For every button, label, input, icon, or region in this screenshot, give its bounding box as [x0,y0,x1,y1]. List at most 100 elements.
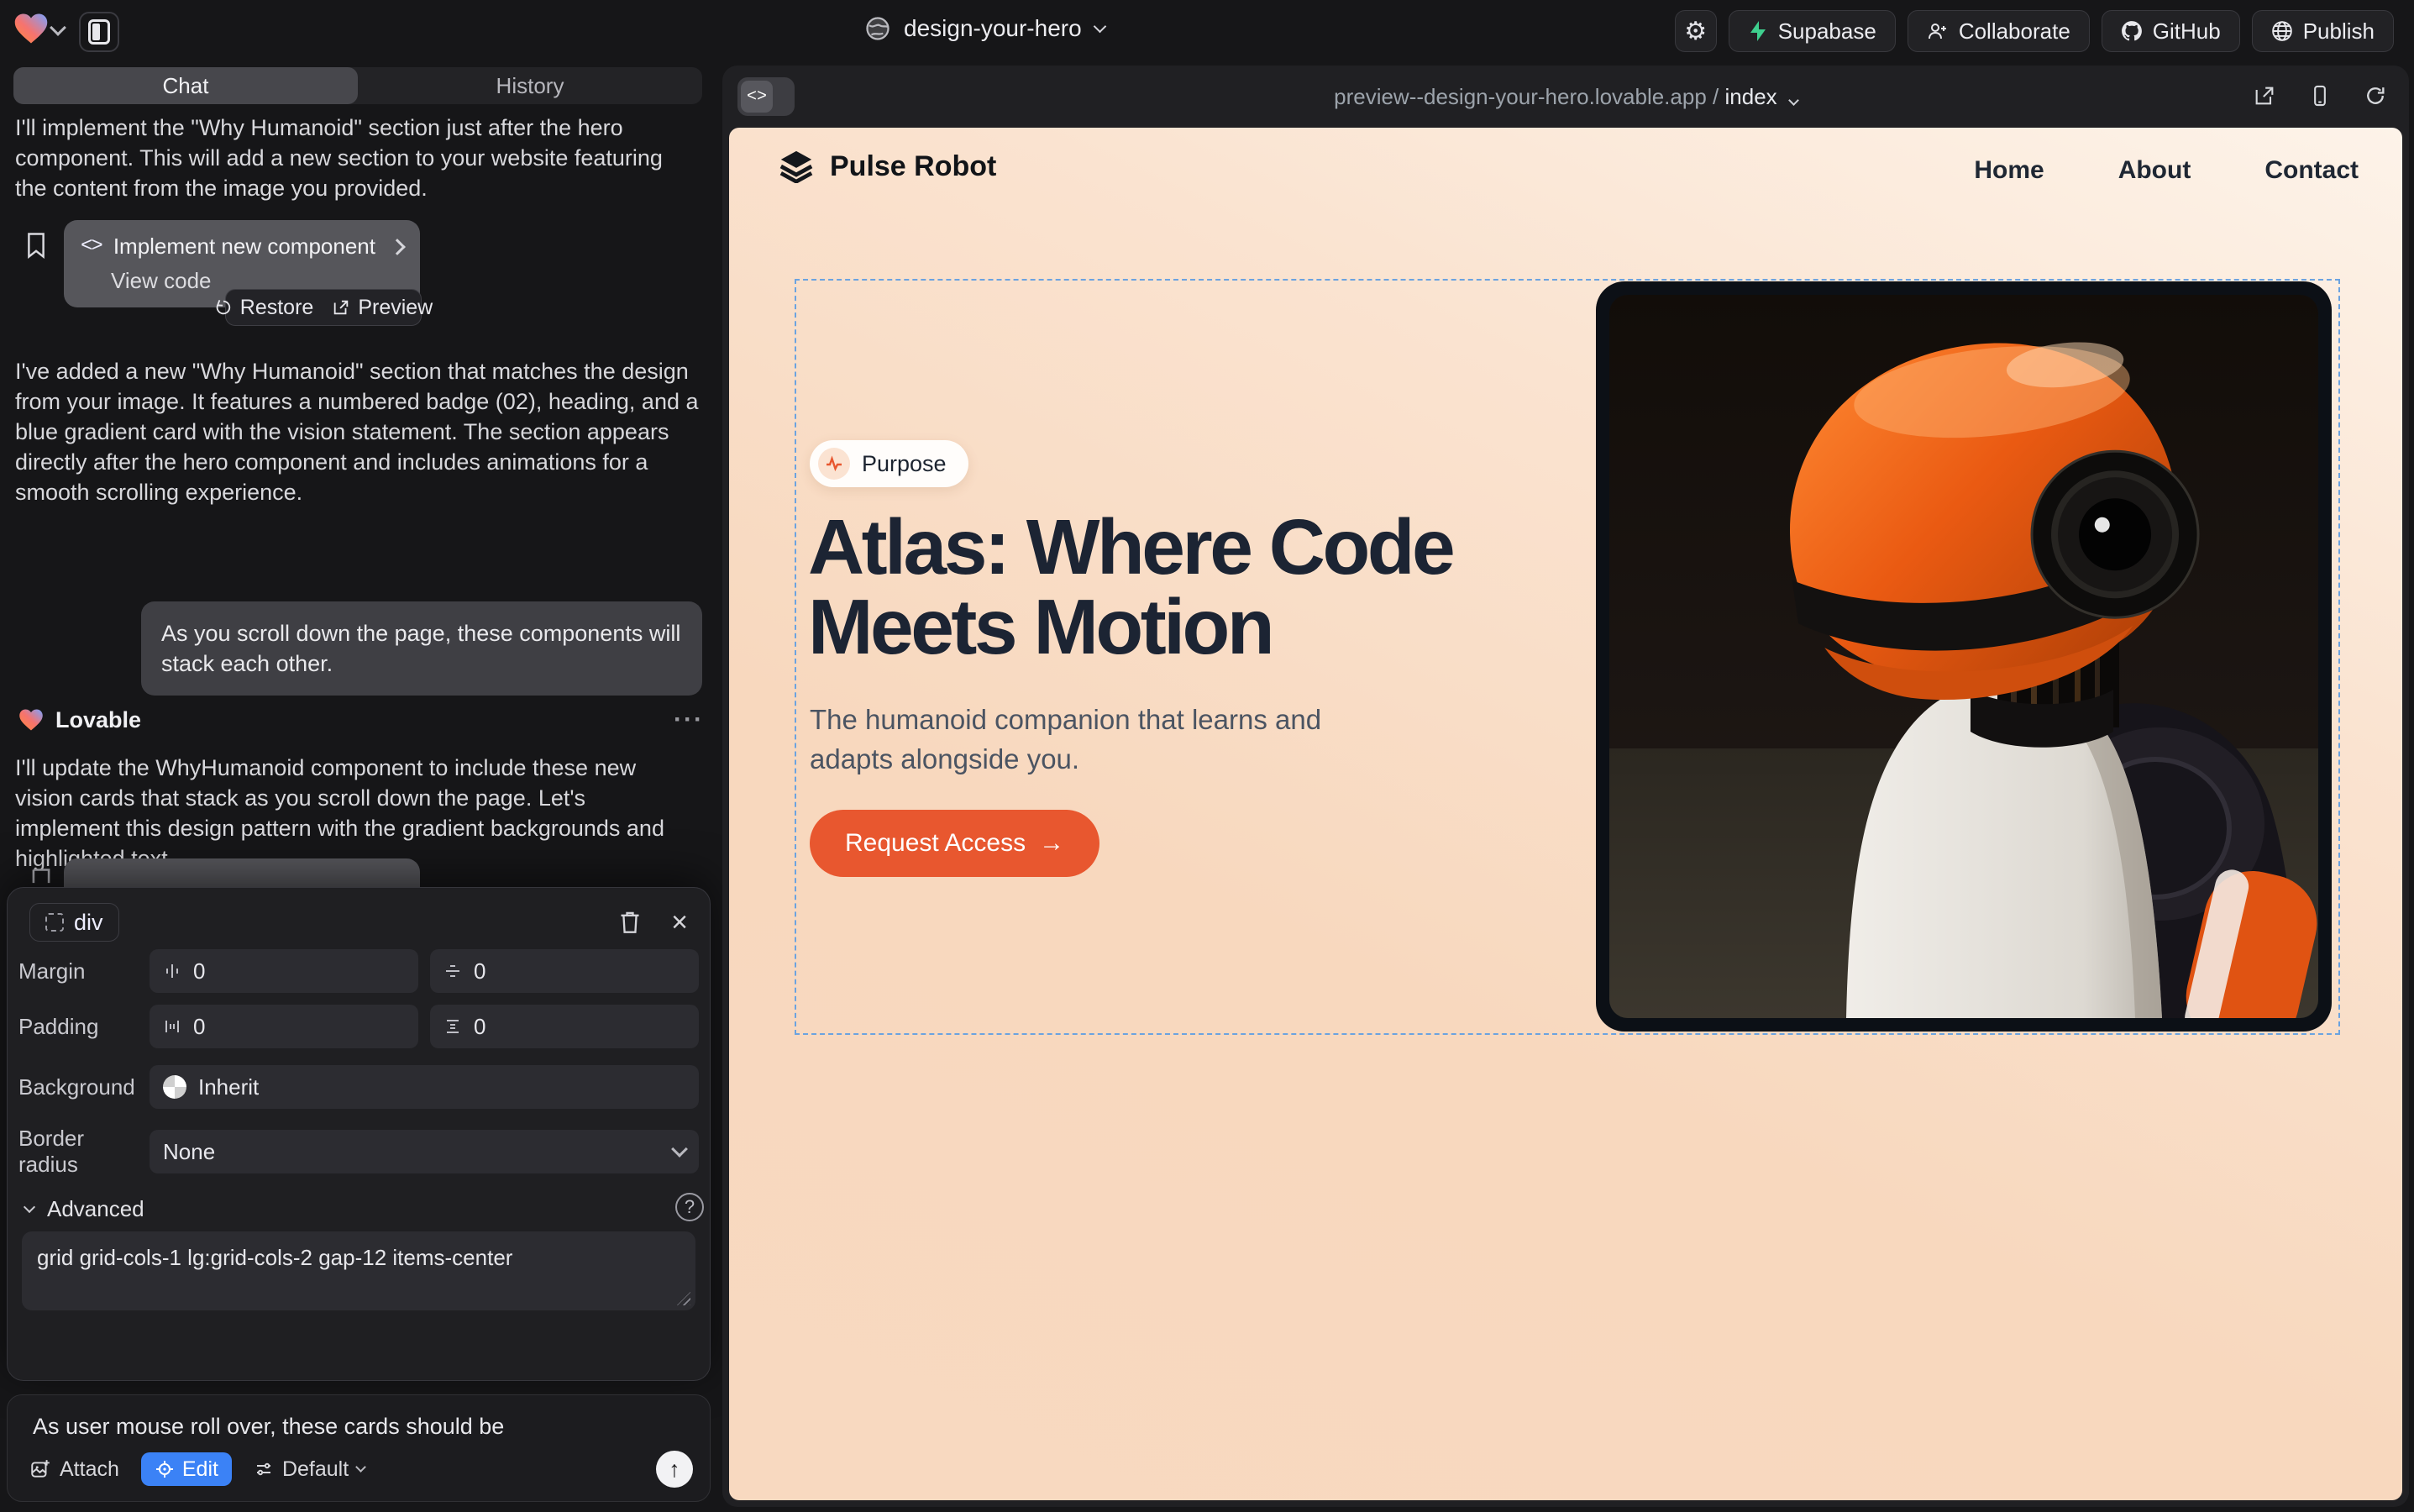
send-button[interactable]: ↑ [656,1451,693,1488]
padding-x-input[interactable]: 0 [150,1005,418,1048]
mobile-view-button[interactable] [2308,84,2332,108]
github-button[interactable]: GitHub [2102,10,2240,52]
site-canvas[interactable]: Pulse Robot Home About Contact Purpose A… [729,128,2402,1500]
tab-chat[interactable]: Chat [13,67,358,104]
site-brand-name: Pulse Robot [830,150,996,183]
mode-label: Default [282,1457,349,1482]
supabase-label: Supabase [1778,18,1876,45]
restore-preview-bar: Restore Preview [225,289,422,326]
margin-y-icon [443,962,462,980]
settings-button[interactable]: ⚙ [1675,10,1717,52]
hero-subheading: The humanoid companion that learns and a… [810,701,1398,780]
publish-button[interactable]: Publish [2252,10,2394,52]
target-icon [155,1459,175,1479]
restore-button[interactable]: Restore [214,296,314,320]
page-chevron-icon [1788,95,1799,106]
advanced-chevron-icon [24,1200,35,1212]
nav-home[interactable]: Home [1974,156,2044,185]
assistant-message-2: I've added a new "Why Humanoid" section … [15,356,704,507]
close-inspector-button[interactable]: × [671,908,688,937]
composer-input[interactable]: As user mouse roll over, these cards sho… [33,1414,504,1440]
sliders-icon [254,1459,274,1479]
border-radius-select[interactable]: None [150,1130,699,1173]
preview-button[interactable]: Preview [332,296,433,320]
padding-label: Padding [18,1014,150,1040]
attach-button[interactable]: Attach [29,1457,119,1482]
padding-x-value: 0 [193,1014,205,1040]
top-bar: design-your-hero ⚙ Supabase Collaborate [0,0,2414,64]
collaborate-label: Collaborate [1959,18,2070,45]
lovable-heart-icon [18,708,44,732]
request-access-button[interactable]: Request Access → [810,810,1099,877]
nav-about[interactable]: About [2118,156,2191,185]
restore-icon [214,298,233,317]
model-selector[interactable]: Default [254,1457,365,1482]
background-value: Inherit [198,1074,259,1100]
padding-y-input[interactable]: 0 [430,1005,699,1048]
hero-heading: Atlas: Where Code Meets Motion [808,507,1488,667]
message-menu-button[interactable]: ··· [674,706,704,734]
supabase-icon [1748,20,1768,42]
preview-pane: <> preview--design-your-hero.lovable.app… [722,66,2409,1507]
edit-label: Edit [182,1457,218,1482]
background-label: Background [18,1074,150,1100]
pulse-icon [818,448,850,480]
classes-value: grid grid-cols-1 lg:grid-cols-2 gap-12 i… [37,1245,512,1270]
preview-url: preview--design-your-hero.lovable.app [1334,84,1707,109]
margin-x-icon [163,962,181,980]
margin-y-input[interactable]: 0 [430,949,699,993]
open-external-button[interactable] [2253,84,2276,108]
margin-y-value: 0 [474,958,485,984]
lovable-logo-icon[interactable] [13,12,49,45]
bookmark-icon-partial [30,867,52,884]
publish-globe-icon [2271,20,2293,42]
nav-contact[interactable]: Contact [2264,156,2359,185]
user-message-bubble: As you scroll down the page, these compo… [141,601,702,696]
chat-history-tabs: Chat History [13,67,702,104]
help-icon[interactable]: ? [675,1193,704,1221]
border-radius-label: Border radius [18,1126,150,1178]
bookmark-icon[interactable] [25,232,47,259]
tailwind-classes-textarea[interactable]: grid grid-cols-1 lg:grid-cols-2 gap-12 i… [22,1231,695,1310]
github-label: GitHub [2153,18,2221,45]
padding-x-icon [163,1017,181,1036]
attach-label: Attach [60,1457,119,1482]
padding-row: Padding 0 0 [18,1005,699,1048]
robot-image [1609,295,2318,1018]
publish-label: Publish [2303,18,2375,45]
refresh-button[interactable] [2364,84,2387,108]
advanced-section-toggle[interactable]: Advanced [25,1196,144,1222]
code-icon: <> [81,235,102,258]
select-chevron-icon [671,1141,688,1158]
project-switcher[interactable]: design-your-hero [865,15,1105,42]
project-name: design-your-hero [904,15,1082,42]
background-input[interactable]: Inherit [150,1065,699,1109]
collaborate-icon [1927,21,1949,41]
assistant-header: Lovable ··· [18,706,704,734]
border-radius-row: Border radius None [18,1126,699,1178]
delete-element-button[interactable] [619,911,641,934]
selected-element-pill[interactable]: div [29,903,119,942]
assistant-message-1: I'll implement the "Why Humanoid" sectio… [15,113,690,203]
mode-chevron-icon [355,1462,366,1473]
margin-label: Margin [18,958,150,984]
margin-x-input[interactable]: 0 [150,949,418,993]
gear-icon: ⚙ [1684,17,1707,46]
sidebar-toggle-button[interactable] [79,12,119,52]
site-nav: Home About Contact [1974,156,2359,185]
site-brand[interactable]: Pulse Robot [778,150,996,183]
chat-composer[interactable]: As user mouse roll over, these cards sho… [7,1394,711,1502]
collaborate-button[interactable]: Collaborate [1908,10,2090,52]
resize-handle[interactable] [677,1292,690,1305]
edit-mode-button[interactable]: Edit [141,1452,232,1486]
supabase-button[interactable]: Supabase [1729,10,1896,52]
tab-history[interactable]: History [358,67,702,104]
padding-y-value: 0 [474,1014,485,1040]
panel-left-icon [88,19,110,45]
assistant-message-3: I'll update the WhyHumanoid component to… [15,753,692,874]
top-bar-actions: ⚙ Supabase Collaborate [1675,10,2394,52]
selected-element-tag: div [74,910,103,936]
preview-url-bar[interactable]: preview--design-your-hero.lovable.app / … [722,84,2409,110]
workspace-chevron-icon[interactable] [50,19,66,36]
attach-image-icon [29,1458,51,1480]
